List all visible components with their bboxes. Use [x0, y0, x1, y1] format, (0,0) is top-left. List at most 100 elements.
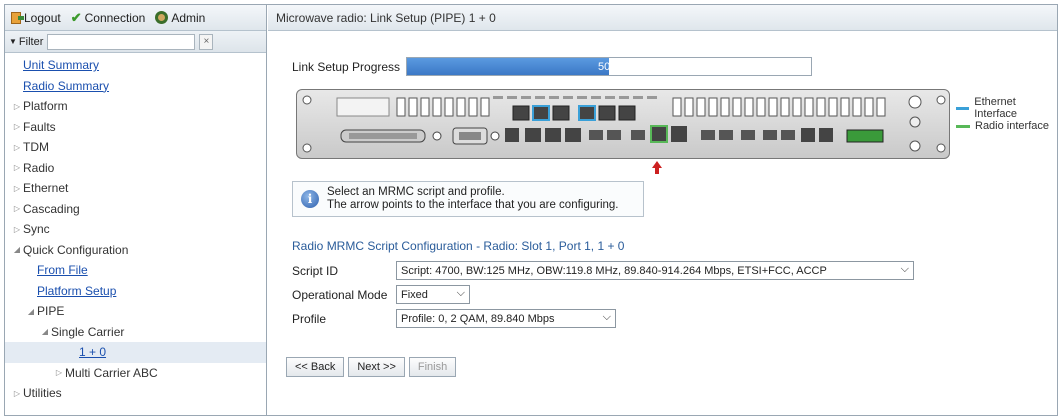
nav-item-label: Unit Summary	[23, 58, 100, 73]
top-toolbar: Logout ✔ Connection Admin	[5, 5, 266, 31]
nav-item-label: Faults	[23, 119, 56, 134]
mode-select[interactable]: Fixed ⌵	[396, 285, 470, 304]
profile-row: Profile Profile: 0, 2 QAM, 89.840 Mbps ⌵	[292, 309, 616, 328]
nav-item[interactable]: ▷ Radio	[5, 158, 266, 179]
nav-item[interactable]: ▷ Utilities	[5, 383, 266, 404]
nav-item[interactable]: ▷ Sync	[5, 219, 266, 240]
clear-filter-button[interactable]: ×	[199, 33, 214, 50]
filter-toggle[interactable]: ▼ Filter	[9, 36, 43, 48]
profile-select[interactable]: Profile: 0, 2 QAM, 89.840 Mbps ⌵	[396, 309, 616, 328]
filter-bar: ▼ Filter ×	[5, 31, 266, 53]
chevron-down-icon: ⌵	[900, 263, 909, 275]
expand-arrow-icon[interactable]: ▷	[11, 204, 23, 213]
script-id-row: Script ID Script: 4700, BW:125 MHz, OBW:…	[292, 261, 914, 280]
admin-button[interactable]: Admin	[155, 11, 205, 25]
radio-swatch	[956, 124, 970, 128]
nav-item[interactable]: 1 + 0	[5, 342, 266, 363]
nav-item[interactable]: ◢ Quick Configuration	[5, 240, 266, 261]
nav-item-label: From File	[37, 263, 88, 278]
script-id-label: Script ID	[292, 263, 339, 278]
chevron-down-icon: ⌵	[456, 287, 465, 299]
logout-button[interactable]: Logout	[11, 11, 61, 25]
device-panel-graphic	[302, 95, 946, 153]
expand-arrow-icon[interactable]: ▷	[11, 163, 23, 172]
nav-item-label: PIPE	[37, 304, 65, 319]
logout-icon	[11, 11, 24, 24]
arrow-stem	[655, 167, 659, 174]
script-id-value: Script: 4700, BW:125 MHz, OBW:119.8 MHz,…	[401, 264, 827, 277]
chevron-down-icon: ⌵	[602, 311, 611, 323]
expand-arrow-icon[interactable]: ▷	[11, 102, 23, 111]
section-title: Radio MRMC Script Configuration - Radio:…	[292, 239, 625, 253]
profile-value: Profile: 0, 2 QAM, 89.840 Mbps	[401, 312, 555, 325]
nav-item-label: 1 + 0	[79, 345, 107, 360]
filter-label: Filter	[18, 35, 44, 48]
expand-arrow-icon[interactable]: ▷	[53, 368, 65, 377]
connection-label: Connection	[84, 10, 146, 25]
progress-row: Link Setup Progress 50%	[292, 57, 813, 76]
app-frame: Logout ✔ Connection Admin ▼ Filter × Uni…	[4, 4, 1058, 416]
nav-item-label: Multi Carrier ABC	[65, 365, 158, 380]
ethernet-swatch	[956, 106, 970, 110]
filter-input[interactable]	[47, 33, 196, 50]
nav-item-label: TDM	[23, 140, 49, 155]
nav-item[interactable]: ◢ PIPE	[5, 301, 266, 322]
nav-item-label: Ethernet	[23, 181, 69, 196]
nav-item-label: Single Carrier	[51, 324, 125, 339]
legend-ethernet-label: Ethernet Interface	[974, 96, 1018, 120]
expand-arrow-icon[interactable]: ▷	[11, 184, 23, 193]
nav-item[interactable]: ◢ Single Carrier	[5, 322, 266, 343]
nav-item[interactable]: From File	[5, 260, 266, 281]
interface-legend: Ethernet Interface Radio interface	[956, 96, 1057, 135]
finish-button[interactable]: Finish	[408, 357, 457, 377]
legend-ethernet: Ethernet Interface	[956, 96, 1057, 120]
nav-item-label: Quick Configuration	[23, 242, 129, 257]
left-pane: Logout ✔ Connection Admin ▼ Filter × Uni…	[5, 5, 267, 415]
nav-item[interactable]: ▷ Ethernet	[5, 178, 266, 199]
nav-item[interactable]: ▷ TDM	[5, 137, 266, 158]
next-button[interactable]: Next >>	[348, 357, 405, 377]
back-button[interactable]: << Back	[286, 357, 345, 377]
collapse-arrow-icon[interactable]: ◢	[25, 307, 37, 316]
navigation-tree: Unit Summary Radio Summary ▷ Platform ▷ Fault…	[5, 53, 266, 404]
connection-button[interactable]: ✔ Connection	[71, 10, 146, 26]
logout-label: Logout	[24, 10, 61, 25]
legend-radio-label: Radio interface	[975, 120, 1049, 132]
mode-row: Operational Mode Fixed ⌵	[292, 285, 470, 304]
nav-item-label: Platform	[23, 99, 68, 114]
mode-label: Operational Mode	[292, 287, 388, 302]
nav-item[interactable]: Platform Setup	[5, 281, 266, 302]
progress-text: 50%	[598, 60, 621, 73]
nav-item-label: Cascading	[23, 201, 80, 216]
expand-arrow-icon[interactable]: ▷	[11, 389, 23, 398]
collapse-arrow-icon[interactable]: ◢	[11, 245, 23, 254]
wizard-buttons: << Back Next >> Finish	[286, 357, 457, 377]
legend-radio: Radio interface	[956, 117, 1057, 135]
info-icon: i	[301, 190, 319, 208]
nav-item-label: Sync	[23, 222, 50, 237]
device-front-panel	[296, 89, 950, 159]
nav-item[interactable]: ▷ Cascading	[5, 199, 266, 220]
collapse-arrow-icon[interactable]: ◢	[39, 327, 51, 336]
progress-bar: 50%	[406, 57, 813, 76]
admin-label: Admin	[171, 10, 206, 25]
checkmark-icon: ✔	[70, 9, 82, 25]
nav-item[interactable]: ▷ Faults	[5, 117, 266, 138]
expand-arrow-icon[interactable]: ▷	[11, 143, 23, 152]
expand-arrow-icon[interactable]: ▷	[11, 122, 23, 131]
info-line-1: Select an MRMC script and profile.	[327, 186, 505, 198]
nav-item[interactable]: Radio Summary	[5, 76, 266, 97]
info-box: i Select an MRMC script and profile. The…	[292, 181, 644, 217]
info-text: Select an MRMC script and profile. The a…	[327, 186, 619, 212]
admin-icon	[155, 11, 169, 24]
script-id-select[interactable]: Script: 4700, BW:125 MHz, OBW:119.8 MHz,…	[396, 261, 914, 280]
info-line-2: The arrow points to the interface that y…	[327, 199, 619, 211]
nav-item-label: Utilities	[23, 386, 62, 401]
nav-item-label: Platform Setup	[37, 283, 117, 298]
nav-item-label: Radio Summary	[23, 78, 110, 93]
nav-item[interactable]: ▷ Multi Carrier ABC	[5, 363, 266, 384]
nav-item[interactable]: Unit Summary	[5, 55, 266, 76]
nav-item[interactable]: ▷ Platform	[5, 96, 266, 117]
triangle-down-icon: ▼	[9, 37, 17, 46]
expand-arrow-icon[interactable]: ▷	[11, 225, 23, 234]
